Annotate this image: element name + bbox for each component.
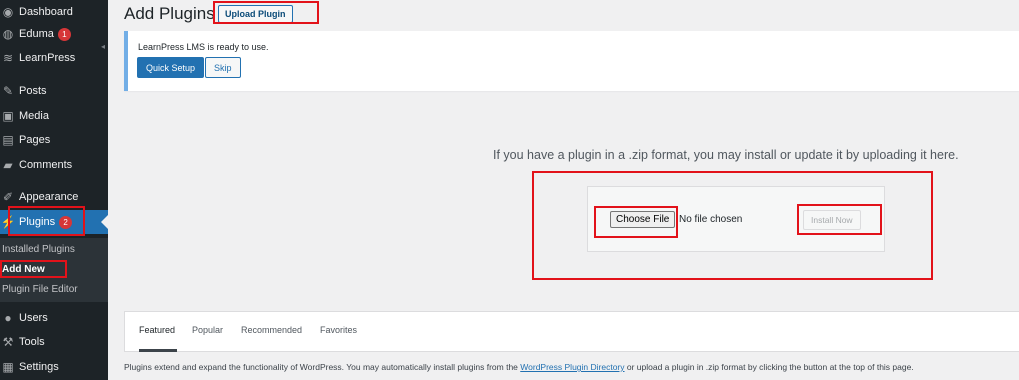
tab-popular[interactable]: Popular	[192, 325, 223, 335]
sidebar-item-learnpress[interactable]: ≋ LearnPress	[0, 46, 108, 70]
help-text-start: Plugins extend and expand the functional…	[124, 362, 521, 372]
sidebar-item-tools[interactable]: ⚒ Tools	[0, 330, 108, 354]
plugins-help-text: Plugins extend and expand the functional…	[124, 362, 914, 372]
brush-icon: ✐	[2, 190, 14, 204]
help-text-end: or upload a plugin in .zip format by cli…	[624, 362, 914, 372]
learnpress-icon: ≋	[2, 51, 14, 65]
sidebar-item-dashboard[interactable]: ◉ Dashboard	[0, 0, 108, 24]
annotation-box-choose-file	[594, 206, 678, 238]
media-icon: ▣	[2, 109, 14, 123]
sidebar-item-label: Media	[19, 110, 49, 122]
submenu-installed-plugins[interactable]: Installed Plugins	[2, 244, 75, 255]
pin-icon: ✎	[2, 84, 14, 98]
notice-text: LearnPress LMS is ready to use.	[138, 42, 269, 52]
sidebar-item-pages[interactable]: ▤ Pages	[0, 128, 108, 152]
annotation-box-add-new	[0, 260, 67, 278]
sidebar-item-label: Dashboard	[19, 6, 73, 18]
learnpress-notice: LearnPress LMS is ready to use. Quick Se…	[124, 31, 1019, 91]
sidebar-item-label: Settings	[19, 361, 59, 373]
sidebar-item-eduma[interactable]: ◍ Eduma 1	[0, 22, 108, 46]
upload-description: If you have a plugin in a .zip format, y…	[493, 148, 959, 162]
current-menu-arrow	[101, 215, 108, 229]
submenu-plugin-file-editor[interactable]: Plugin File Editor	[2, 284, 78, 295]
sidebar-item-settings[interactable]: ▦ Settings	[0, 355, 108, 379]
pages-icon: ▤	[2, 133, 14, 147]
comments-icon: ▰	[3, 158, 13, 172]
sidebar-item-label: Comments	[19, 159, 73, 171]
admin-sidebar: ◉ Dashboard ◍ Eduma 1 ◂ ≋ LearnPress ✎ P…	[0, 0, 108, 380]
annotation-box-plugins	[8, 206, 85, 236]
users-icon: ●	[4, 311, 12, 325]
eduma-icon: ◍	[2, 27, 14, 41]
sidebar-item-label: Posts	[19, 85, 47, 97]
sidebar-item-label: Users	[19, 312, 48, 324]
wrench-icon: ⚒	[2, 335, 14, 349]
sidebar-item-label: Eduma	[19, 28, 54, 40]
tab-recommended[interactable]: Recommended	[241, 325, 302, 335]
plugin-directory-link[interactable]: WordPress Plugin Directory	[520, 362, 624, 372]
sidebar-item-media[interactable]: ▣ Media	[0, 104, 108, 128]
settings-icon: ▦	[2, 360, 14, 374]
sidebar-item-label: Appearance	[19, 191, 79, 203]
skip-button[interactable]: Skip	[205, 57, 241, 78]
sidebar-item-label: LearnPress	[19, 52, 76, 64]
active-tab-indicator	[139, 349, 177, 352]
update-count-badge: 1	[57, 27, 71, 41]
sidebar-item-comments[interactable]: ▰ Comments	[0, 153, 108, 177]
sidebar-item-label: Pages	[19, 134, 51, 146]
sidebar-item-label: Tools	[19, 336, 45, 348]
page-title: Add Plugins	[124, 4, 215, 23]
annotation-box-upload	[213, 1, 319, 24]
sidebar-item-users[interactable]: ● Users	[0, 306, 108, 330]
tab-favorites[interactable]: Favorites	[320, 325, 357, 335]
tab-featured[interactable]: Featured	[139, 325, 175, 335]
sidebar-item-posts[interactable]: ✎ Posts	[0, 79, 108, 103]
plugin-filter-tabs: Featured Popular Recommended Favorites	[124, 311, 1019, 352]
quick-setup-button[interactable]: Quick Setup	[137, 57, 205, 78]
dashboard-icon: ◉	[2, 5, 14, 19]
annotation-box-install-now	[797, 204, 882, 235]
